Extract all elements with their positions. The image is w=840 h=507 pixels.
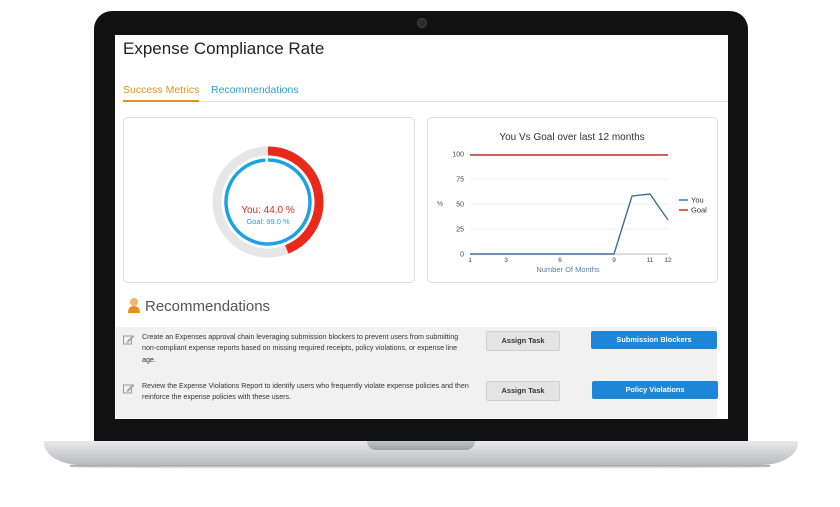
chart-xlabel: Number Of Months — [536, 265, 600, 274]
goal-chart-panel: You Vs Goal over last 12 months % Number… — [427, 117, 718, 283]
you-vs-goal-line-chart: You Vs Goal over last 12 months % Number… — [437, 132, 707, 274]
tab-recommendations[interactable]: Recommendations — [211, 84, 299, 100]
x-tick-label: 9 — [612, 257, 616, 264]
edit-note-icon — [123, 384, 135, 394]
y-tick-label: 25 — [456, 227, 464, 234]
camera-icon — [417, 18, 427, 28]
chart-x-axis: 1 3 6 9 11 12 — [468, 257, 672, 264]
series-line-you — [470, 193, 669, 255]
donut-you-label: You: 44.0 % — [241, 205, 295, 216]
laptop-shadow — [70, 465, 770, 469]
legend-label: Goal — [691, 206, 707, 215]
y-tick-label: 75 — [456, 177, 464, 184]
assign-task-button[interactable]: Assign Task — [486, 331, 560, 351]
x-tick-label: 1 — [468, 257, 472, 264]
recommendation-row: Review the Expense Violations Report to … — [116, 376, 718, 418]
y-tick-label: 100 — [452, 152, 464, 159]
recommendation-text: Review the Expense Violations Report to … — [142, 382, 469, 402]
chart-y-axis: 0 25 50 75 100 — [452, 152, 668, 259]
app-screen: Expense Compliance Rate Success Metrics … — [115, 35, 728, 419]
donut-goal-label: Goal: 99.0 % — [246, 217, 290, 226]
submission-blockers-button[interactable]: Submission Blockers — [591, 331, 717, 349]
policy-violations-button[interactable]: Policy Violations — [592, 381, 718, 399]
chart-title: You Vs Goal over last 12 months — [499, 132, 644, 143]
recommendation-text: Create an Expenses approval chain levera… — [142, 333, 459, 364]
person-icon — [128, 298, 140, 313]
x-tick-label: 6 — [558, 257, 562, 264]
chart-ylabel: % — [437, 201, 443, 208]
page-title: Expense Compliance Rate — [123, 39, 325, 58]
assign-task-button[interactable]: Assign Task — [486, 381, 560, 401]
compliance-donut-panel: You: 44.0 % Goal: 99.0 % — [123, 117, 415, 283]
chart-legend: YouGoal — [679, 196, 707, 215]
recommendations-title: Recommendations — [145, 298, 271, 315]
x-tick-label: 12 — [664, 257, 672, 264]
x-tick-label: 3 — [504, 257, 508, 264]
compliance-donut-chart: You: 44.0 % Goal: 99.0 % — [212, 146, 324, 258]
legend-label: You — [691, 196, 704, 205]
edit-note-icon — [123, 335, 135, 345]
recommendation-row: Create an Expenses approval chain levera… — [116, 327, 717, 378]
tab-success-metrics[interactable]: Success Metrics — [123, 84, 200, 102]
laptop-notch — [367, 441, 475, 450]
x-tick-label: 11 — [647, 257, 654, 264]
y-tick-label: 50 — [456, 202, 464, 209]
tab-bar: Success Metrics Recommendations — [123, 84, 728, 102]
y-tick-label: 0 — [460, 252, 464, 259]
